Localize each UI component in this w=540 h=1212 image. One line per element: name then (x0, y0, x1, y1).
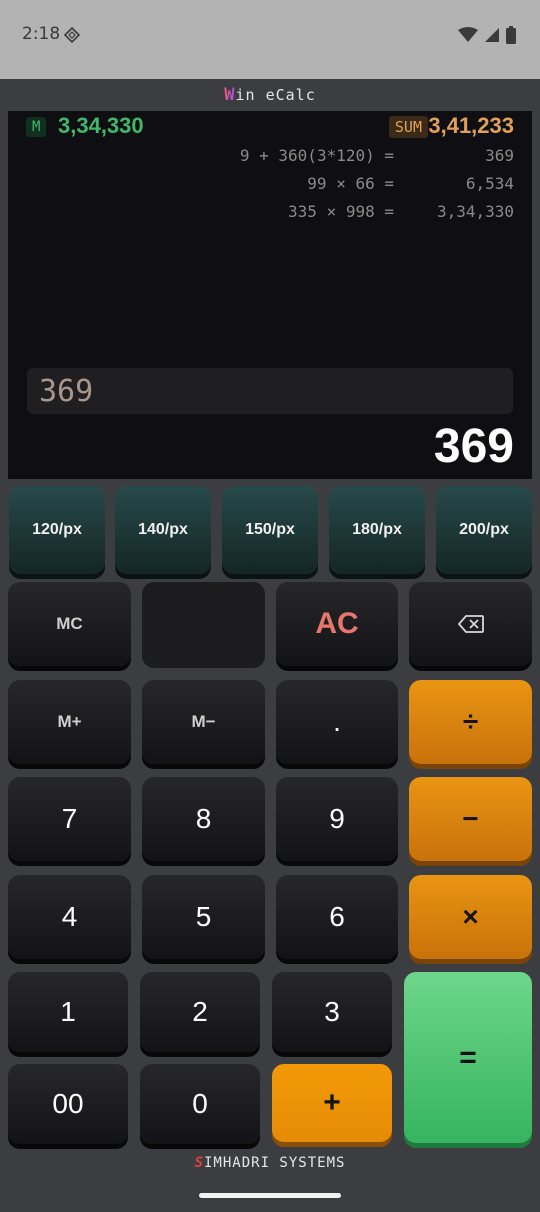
footer-brand-text: IMHADRI SYSTEMS (204, 1155, 346, 1171)
backspace-button[interactable] (409, 582, 532, 666)
divide-button[interactable]: ÷ (409, 680, 532, 764)
status-bar: 2:18 (0, 0, 540, 79)
preset-button-140[interactable]: 140/px (115, 486, 211, 574)
digit-6-button[interactable]: 6 (276, 875, 398, 959)
digit-7-button[interactable]: 7 (8, 777, 131, 861)
equals-button[interactable]: = (404, 972, 532, 1143)
footer-brand: SIMHADRI SYSTEMS (0, 1152, 540, 1174)
app-title: Win eCalc (0, 79, 540, 111)
memory-row: M 3,34,330 SUM 3,41,233 (8, 111, 532, 143)
history-item[interactable]: 9 + 360(3*120) = 369 (8, 144, 532, 172)
status-time: 2:18 (22, 24, 61, 44)
preset-button-120[interactable]: 120/px (9, 486, 105, 574)
subtract-button[interactable]: − (409, 777, 532, 861)
digit-1-button[interactable]: 1 (8, 972, 128, 1052)
digit-2-button[interactable]: 2 (140, 972, 260, 1052)
multiply-button[interactable]: × (409, 875, 532, 959)
expression-input[interactable]: 369 (27, 368, 513, 414)
result-value: 369 (433, 420, 514, 473)
battery-icon (506, 26, 516, 48)
sim-card-icon (63, 26, 81, 44)
history-result: 6,534 (465, 174, 514, 193)
backspace-icon (457, 608, 484, 640)
footer-logo-letter: S (194, 1155, 204, 1171)
memory-badge: M (26, 117, 47, 137)
calculator-display: M 3,34,330 SUM 3,41,233 9 + 360(3*120) =… (8, 111, 532, 479)
digit-5-button[interactable]: 5 (142, 875, 265, 959)
digit-3-button[interactable]: 3 (272, 972, 392, 1052)
add-button[interactable]: + (272, 1064, 392, 1142)
history-item[interactable]: 335 × 998 = 3,34,330 (8, 200, 532, 228)
history-result: 3,34,330 (436, 202, 514, 221)
memory-clear-button[interactable]: MC (8, 582, 131, 666)
home-indicator[interactable] (199, 1193, 341, 1198)
blank-key (142, 582, 265, 668)
signal-icon (484, 27, 500, 47)
all-clear-button[interactable]: AC (276, 582, 398, 666)
memory-value: 3,34,330 (58, 113, 144, 138)
sum-badge: SUM (388, 116, 428, 138)
preset-button-200[interactable]: 200/px (436, 486, 532, 574)
memory-add-button[interactable]: M+ (8, 680, 131, 764)
memory-subtract-button[interactable]: M− (142, 680, 265, 764)
history-expression: 335 × 998 = (288, 202, 394, 221)
history-item[interactable]: 99 × 66 = 6,534 (8, 172, 532, 200)
digit-0-button[interactable]: 0 (140, 1064, 260, 1144)
decimal-point-button[interactable]: . (276, 680, 398, 764)
preset-button-180[interactable]: 180/px (329, 486, 425, 574)
history-expression: 99 × 66 = (307, 174, 394, 193)
history-expression: 9 + 360(3*120) = (239, 146, 394, 165)
digit-8-button[interactable]: 8 (142, 777, 265, 861)
wifi-icon (458, 27, 478, 47)
preset-button-150[interactable]: 150/px (222, 486, 318, 574)
digit-9-button[interactable]: 9 (276, 777, 398, 861)
digit-4-button[interactable]: 4 (8, 875, 131, 959)
app-logo-letter: W (224, 85, 236, 105)
app-title-text: in eCalc (235, 86, 316, 104)
expression-input-text: 369 (39, 374, 94, 409)
history-list: 9 + 360(3*120) = 369 99 × 66 = 6,534 335… (8, 144, 532, 228)
sum-value: 3,41,233 (428, 113, 514, 138)
history-result: 369 (485, 146, 514, 165)
double-zero-button[interactable]: 00 (8, 1064, 128, 1144)
